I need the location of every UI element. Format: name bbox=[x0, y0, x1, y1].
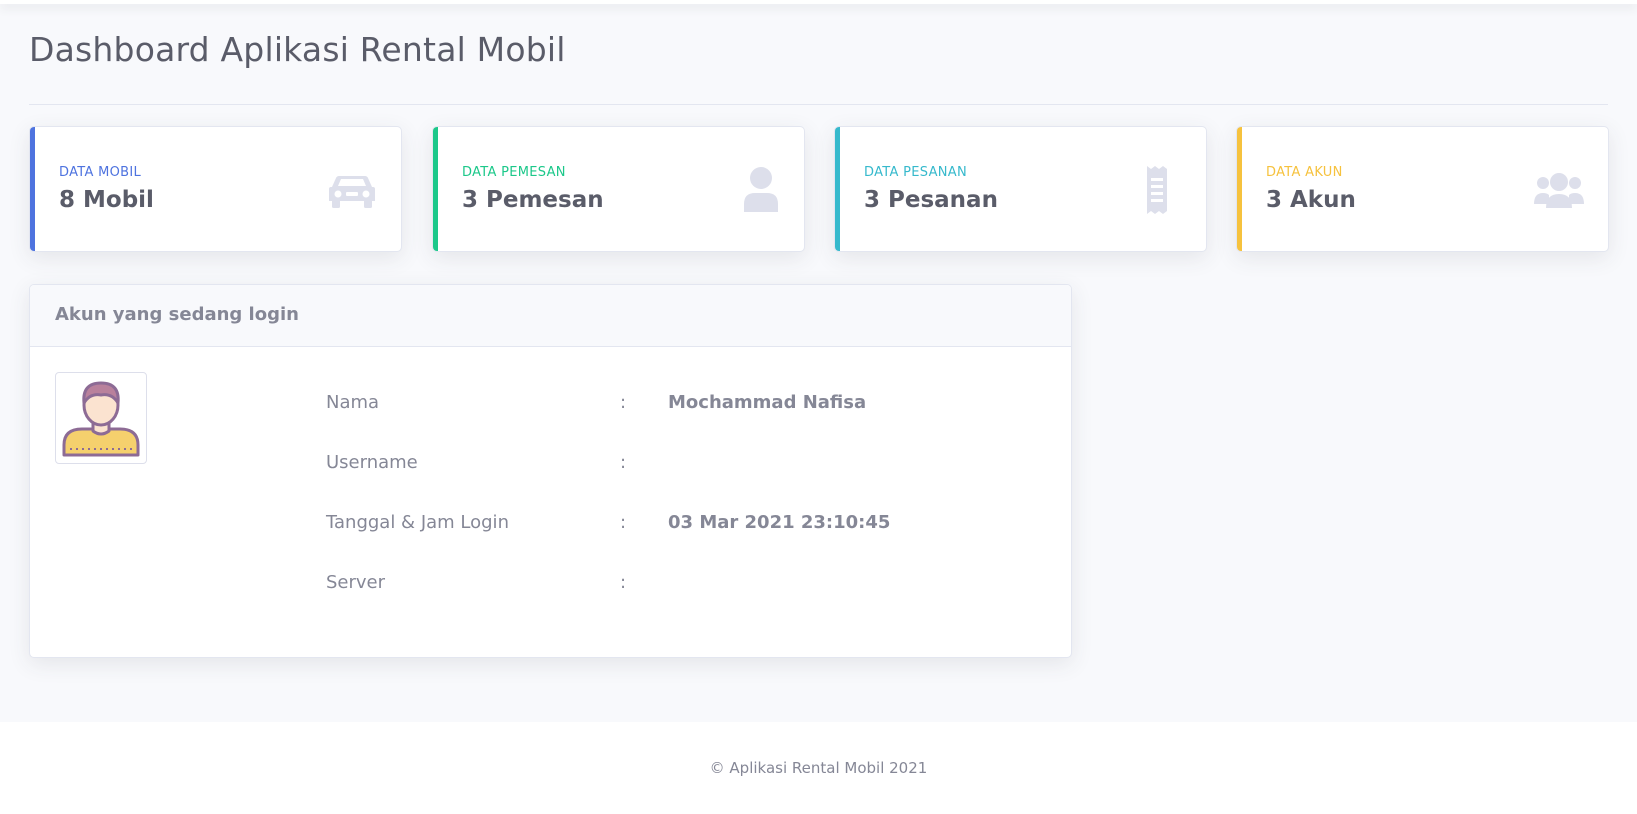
card-value: 3 Akun bbox=[1266, 187, 1356, 213]
card-header: Akun yang sedang login bbox=[30, 285, 1071, 347]
info-label: Username bbox=[326, 452, 418, 473]
footer-copyright: © Aplikasi Rental Mobil 2021 bbox=[709, 759, 928, 777]
info-label: Nama bbox=[326, 392, 380, 413]
footer: © Aplikasi Rental Mobil 2021 bbox=[0, 722, 1637, 814]
card-accent bbox=[835, 127, 840, 251]
info-value: 03 Mar 2021 23:10:45 bbox=[668, 512, 891, 533]
page-title: Dashboard Aplikasi Rental Mobil bbox=[29, 30, 566, 69]
topbar bbox=[0, 0, 1637, 4]
card-accent bbox=[30, 127, 35, 251]
login-info-card: Akun yang sedang login Nama : Mochammad … bbox=[29, 284, 1072, 658]
card-label: DATA AKUN bbox=[1266, 165, 1343, 180]
card-value: 3 Pesanan bbox=[864, 187, 998, 213]
card-data-mobil: DATA MOBIL 8 Mobil bbox=[29, 126, 402, 252]
title-divider bbox=[29, 104, 1608, 105]
card-value: 3 Pemesan bbox=[462, 187, 604, 213]
card-label: DATA PEMESAN bbox=[462, 165, 566, 180]
info-colon: : bbox=[620, 452, 627, 473]
card-accent bbox=[433, 127, 438, 251]
card-title: Akun yang sedang login bbox=[55, 304, 299, 325]
receipt-icon bbox=[1147, 166, 1167, 214]
info-colon: : bbox=[620, 512, 627, 533]
card-data-pesanan: DATA PESANAN 3 Pesanan bbox=[834, 126, 1207, 252]
card-accent bbox=[1237, 127, 1242, 251]
car-icon bbox=[329, 176, 375, 208]
info-row-nama: Nama : Mochammad Nafisa bbox=[30, 388, 1071, 418]
card-label: DATA PESANAN bbox=[864, 165, 968, 180]
info-colon: : bbox=[620, 572, 627, 593]
users-icon bbox=[1534, 173, 1584, 208]
card-value: 8 Mobil bbox=[59, 187, 154, 213]
user-icon bbox=[744, 167, 778, 212]
info-label: Tanggal & Jam Login bbox=[326, 512, 509, 533]
info-value: Mochammad Nafisa bbox=[668, 392, 867, 413]
card-label: DATA MOBIL bbox=[59, 165, 142, 180]
info-row-server: Server : bbox=[30, 568, 1071, 598]
info-colon: : bbox=[620, 392, 627, 413]
info-row-login-time: Tanggal & Jam Login : 03 Mar 2021 23:10:… bbox=[30, 508, 1071, 538]
info-label: Server bbox=[326, 572, 386, 593]
card-data-akun: DATA AKUN 3 Akun bbox=[1236, 126, 1609, 252]
info-row-username: Username : bbox=[30, 448, 1071, 478]
card-data-pemesan: DATA PEMESAN 3 Pemesan bbox=[432, 126, 805, 252]
